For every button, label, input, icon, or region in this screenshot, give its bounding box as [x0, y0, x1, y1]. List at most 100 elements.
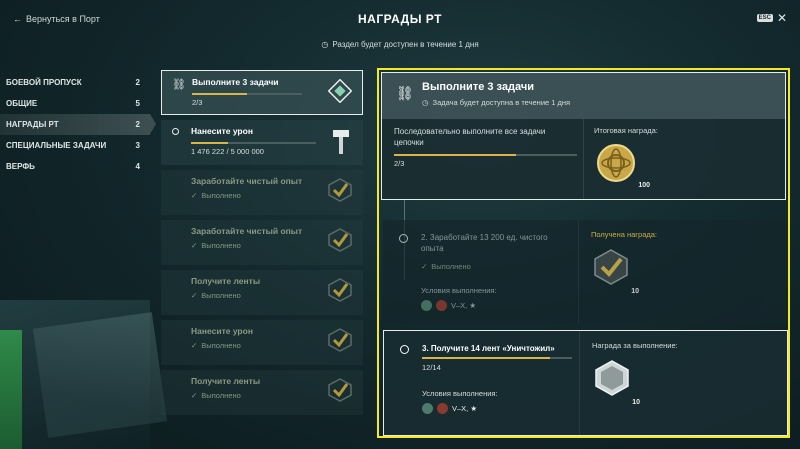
checkmark-icon: ✓	[191, 291, 198, 300]
step-title: 2. Заработайте 13 200 ед. чистого опыта	[421, 233, 548, 253]
task-card-done[interactable]: Получите ленты ✓ Выполнено	[161, 270, 363, 315]
close-button[interactable]: ESC ✕	[756, 11, 787, 25]
background-decoration-photo	[32, 312, 168, 438]
category-sidebar: БОЕВОЙ ПРОПУСК 2 ОБЩИЕ 5 НАГРАДЫ РТ 2 СП…	[0, 72, 156, 177]
ship-class-icon	[422, 403, 433, 414]
reward-item[interactable]: 10	[591, 247, 639, 295]
reward-label: Награда за выполнение:	[592, 341, 678, 350]
diamond-badge-icon	[327, 78, 353, 105]
sidebar-item-label: ВЕРФЬ	[6, 162, 35, 171]
task-status-text: Выполнено	[201, 191, 241, 200]
tier-range: V–X, ★	[452, 404, 478, 413]
checkmark-icon: ✓	[421, 262, 428, 271]
chain-progress-bar	[394, 154, 577, 156]
hammer-icon	[329, 128, 353, 158]
clock-icon: ◷	[422, 98, 429, 107]
completed-badge-icon	[327, 228, 353, 254]
task-card-damage[interactable]: Нанесите урон 1 476 222 / 5 000 000	[161, 120, 363, 165]
chain-step-3[interactable]: 3. Получите 14 лент «Уничтожил» 12/14 Ус…	[383, 330, 788, 436]
final-reward-label: Итоговая награда:	[594, 126, 658, 135]
ship-class-icon	[436, 300, 447, 311]
step-progress-fill	[422, 357, 550, 359]
sidebar-item-rt-rewards[interactable]: НАГРАДЫ РТ 2	[0, 114, 156, 135]
close-icon: ✕	[776, 11, 787, 25]
step-conditions-label: Условия выполнения:	[421, 286, 497, 295]
checkmark-icon: ✓	[191, 191, 198, 200]
final-reward-item[interactable]: 100	[594, 141, 650, 189]
reward-qty: 10	[632, 399, 640, 406]
chain-description: Последовательно выполните все задачи цеп…	[394, 127, 546, 147]
reward-item[interactable]: 10	[592, 358, 640, 406]
container-icon	[595, 360, 629, 396]
availability-text: Раздел будет доступен в течение 1 дня	[332, 40, 479, 49]
completed-badge-icon	[327, 178, 353, 204]
chain-summary-card: ⛓ Выполните 3 задачи ◷ Задача будет дост…	[381, 72, 786, 200]
final-reward-qty: 100	[638, 182, 650, 189]
sidebar-item-count: 2	[135, 78, 140, 87]
radio-circle-icon	[400, 345, 409, 354]
radio-circle-icon	[399, 234, 408, 243]
task-card-done[interactable]: Получите ленты ✓ Выполнено	[161, 370, 363, 415]
step-status: ✓ Выполнено	[421, 262, 471, 271]
esc-key-badge: ESC	[756, 14, 773, 22]
step-reward: Награда за выполнение: 10	[592, 341, 678, 406]
task-status-text: Выполнено	[201, 241, 241, 250]
completed-badge-icon	[327, 378, 353, 404]
chain-progress-fill	[394, 154, 516, 156]
sidebar-item-label: НАГРАДЫ РТ	[6, 120, 59, 129]
sidebar-item-count: 5	[135, 99, 140, 108]
checkmark-icon: ✓	[191, 391, 198, 400]
detail-availability: ◷ Задача будет доступна в течение 1 дня	[422, 98, 775, 107]
chain-link-icon: ⛓	[396, 85, 414, 101]
detail-title: Выполните 3 задачи	[422, 81, 534, 93]
step-reward: Получена награда: 10	[591, 230, 657, 295]
sidebar-item-battle-pass[interactable]: БОЕВОЙ ПРОПУСК 2	[0, 72, 150, 93]
task-card-done[interactable]: Заработайте чистый опыт ✓ Выполнено	[161, 220, 363, 265]
detail-availability-text: Задача будет доступна в течение 1 дня	[432, 98, 571, 107]
chain-step-2[interactable]: 2. Заработайте 13 200 ед. чистого опыта …	[383, 220, 788, 324]
step-count: 12/14	[422, 363, 441, 372]
ship-class-icon	[421, 300, 432, 311]
task-progress-bar	[192, 93, 302, 95]
task-card-done[interactable]: Нанесите урон ✓ Выполнено	[161, 320, 363, 365]
task-card-chain[interactable]: ⛓ Выполните 3 задачи 2/3	[161, 70, 363, 115]
step-conditions: V–X, ★	[421, 300, 476, 311]
step-conditions: V–X, ★	[422, 403, 477, 414]
task-card-done[interactable]: Заработайте чистый опыт ✓ Выполнено	[161, 170, 363, 215]
task-status-text: Выполнено	[201, 341, 241, 350]
sidebar-item-special-tasks[interactable]: СПЕЦИАЛЬНЫЕ ЗАДАЧИ 3	[0, 135, 150, 156]
checkmark-icon: ✓	[191, 241, 198, 250]
task-progress-bar	[191, 142, 316, 144]
task-progress-fill	[192, 93, 247, 95]
step-info: 2. Заработайте 13 200 ед. чистого опыта …	[383, 220, 579, 324]
sidebar-item-count: 2	[135, 120, 140, 129]
gold-token-icon	[597, 144, 635, 182]
step-info: 3. Получите 14 лент «Уничтожил» 12/14 Ус…	[384, 331, 580, 435]
step-title: 3. Получите 14 лент «Уничтожил»	[422, 344, 555, 353]
sidebar-item-label: БОЕВОЙ ПРОПУСК	[6, 78, 82, 87]
background-decoration-green	[0, 330, 22, 449]
sidebar-item-shipyard[interactable]: ВЕРФЬ 4	[0, 156, 150, 177]
task-list: ⛓ Выполните 3 задачи 2/3 Нанесите урон 1…	[161, 70, 363, 420]
sidebar-item-label: СПЕЦИАЛЬНЫЕ ЗАДАЧИ	[6, 141, 107, 150]
sidebar-item-general[interactable]: ОБЩИЕ 5	[0, 93, 150, 114]
clock-icon: ◷	[321, 40, 329, 49]
radio-circle-icon	[172, 128, 179, 135]
reward-qty: 10	[631, 288, 639, 295]
chain-summary-body: Последовательно выполните все задачи цеп…	[382, 119, 785, 199]
step-conditions-label: Условия выполнения:	[422, 389, 498, 398]
step-progress-bar	[422, 357, 572, 359]
reward-received-label: Получена награда:	[591, 230, 658, 239]
step-status-text: Выполнено	[431, 262, 471, 271]
availability-notice: ◷ Раздел будет доступен в течение 1 дня	[0, 40, 800, 49]
chain-summary-header: ⛓ Выполните 3 задачи ◷ Задача будет дост…	[382, 73, 785, 119]
ship-class-icon	[437, 403, 448, 414]
chain-count: 2/3	[394, 159, 405, 168]
chain-progress-section: Последовательно выполните все задачи цеп…	[382, 119, 584, 199]
task-status-text: Выполнено	[201, 391, 241, 400]
chain-link-icon: ⛓	[172, 79, 186, 91]
task-detail-panel: ⛓ Выполните 3 задачи ◷ Задача будет дост…	[377, 68, 790, 438]
page-title: НАГРАДЫ РТ	[357, 12, 442, 26]
completed-badge-icon	[327, 328, 353, 354]
sidebar-item-count: 4	[135, 162, 140, 171]
